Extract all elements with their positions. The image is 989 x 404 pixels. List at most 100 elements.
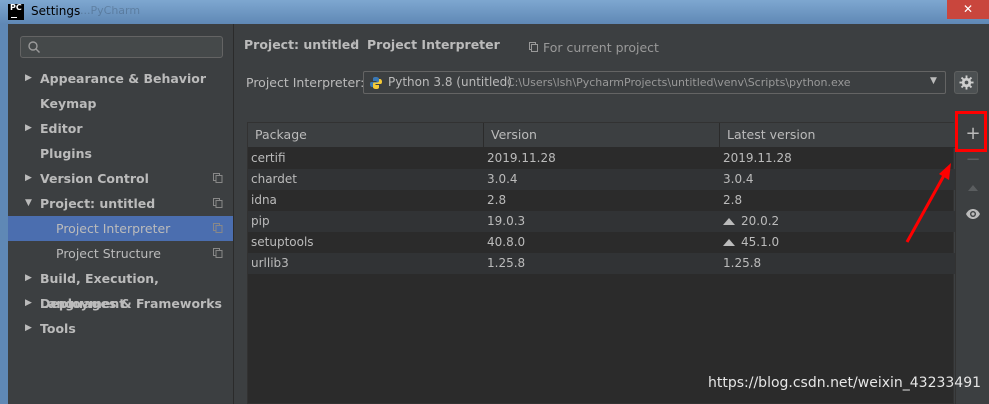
sidebar-item-label: Editor (40, 121, 83, 136)
chevron-right-icon[interactable]: ▶ (25, 66, 32, 91)
package-latest-version: 3.0.4 (723, 172, 754, 186)
python-icon (370, 77, 382, 89)
package-latest-version: 45.1.0 (741, 235, 780, 249)
package-name: setuptools (251, 235, 314, 249)
annotation-arrow-icon (905, 163, 951, 243)
package-name: urllib3 (251, 256, 289, 270)
package-name-cell: chardet (251, 169, 297, 190)
sidebar-item-label: Project: untitled (40, 196, 156, 211)
package-version-cell: 3.0.4 (487, 169, 518, 190)
window-titlebar: PC Settings ...PyCharm ✕ (0, 0, 989, 24)
table-row[interactable]: chardet 3.0.4 3.0.4 (248, 169, 955, 190)
table-row[interactable]: setuptools 40.8.0 45.1.0 (248, 232, 955, 253)
interpreter-settings-button[interactable] (954, 71, 978, 94)
chevron-right-icon[interactable]: ▶ (25, 266, 32, 291)
settings-search-input[interactable] (20, 36, 223, 58)
project-scope-icon (213, 248, 223, 258)
sidebar-item-label: Languages & Frameworks (40, 296, 222, 311)
pycharm-logo-icon: PC (8, 4, 24, 20)
chevron-down-icon[interactable]: ▼ (25, 191, 32, 216)
interpreter-select[interactable]: Python 3.8 (untitled) C:\Users\lsh\Pycha… (363, 71, 946, 94)
sidebar-item[interactable]: Project Interpreter (8, 216, 233, 241)
package-version: 2.8 (487, 193, 507, 207)
search-icon (28, 41, 40, 53)
sidebar-item[interactable]: ▶ Languages & Frameworks (8, 291, 233, 316)
breadcrumb-project[interactable]: Project: untitled (244, 37, 359, 52)
show-early-releases-button[interactable] (956, 202, 989, 226)
package-version-cell: 19.0.3 (487, 211, 525, 232)
package-name-cell: certifi (251, 148, 286, 169)
sidebar-item[interactable]: ▶ Version Control (8, 166, 233, 191)
package-version: 19.0.3 (487, 214, 526, 228)
interpreter-name: Python 3.8 (untitled) (388, 75, 512, 89)
project-scope-icon (213, 223, 223, 233)
sidebar-item[interactable]: Plugins (8, 141, 233, 166)
package-latest-cell: 1.25.8 (723, 253, 761, 274)
chevron-right-icon[interactable]: ▶ (25, 116, 32, 141)
settings-content: Project: untitled › Project Interpreter … (234, 24, 989, 404)
package-name-cell: pip (251, 211, 270, 232)
table-row[interactable]: pip 19.0.3 20.0.2 (248, 211, 955, 232)
package-name-cell: idna (251, 190, 277, 211)
interpreter-label: Project Interpreter: (246, 75, 365, 90)
chevron-right-icon[interactable]: ▶ (25, 316, 32, 341)
sidebar-item[interactable]: ▼ Project: untitled (8, 191, 233, 216)
packages-table: Package Version Latest version certifi 20… (247, 122, 955, 404)
sidebar-item[interactable]: ▶ Tools (8, 316, 233, 341)
package-latest-cell: 2.8 (723, 190, 742, 211)
sidebar-item[interactable]: ▶ Editor (8, 116, 233, 141)
sidebar-item[interactable]: Project Structure (8, 241, 233, 266)
package-version-cell: 2.8 (487, 190, 506, 211)
sidebar-item-label: Version Control (40, 171, 149, 186)
scope-label: For current project (543, 40, 659, 55)
package-latest-version: 2019.11.28 (723, 151, 792, 165)
table-row[interactable]: urllib3 1.25.8 1.25.8 (248, 253, 955, 274)
chevron-right-icon[interactable]: ▶ (25, 291, 32, 316)
package-latest-version: 1.25.8 (723, 256, 762, 270)
package-version-cell: 1.25.8 (487, 253, 525, 274)
package-version: 40.8.0 (487, 235, 526, 249)
upgrade-available-icon (723, 239, 735, 246)
project-scope-icon (213, 198, 223, 208)
app-icon-text: PC (10, 3, 22, 12)
sidebar-item[interactable]: Keymap (8, 91, 233, 116)
sidebar-item[interactable]: ▶ Build, Execution, Deployment (8, 266, 233, 311)
background-window-title: ...PyCharm (80, 4, 141, 17)
package-version: 1.25.8 (487, 256, 526, 270)
table-row[interactable]: idna 2.8 2.8 (248, 190, 955, 211)
sidebar-item-label: Appearance & Behavior (40, 71, 206, 86)
sidebar-item[interactable]: ▶ Appearance & Behavior (8, 66, 233, 91)
chevron-down-icon: ▼ (930, 76, 937, 86)
close-window-button[interactable]: ✕ (947, 0, 989, 19)
package-version-cell: 40.8.0 (487, 232, 525, 253)
table-row[interactable]: certifi 2019.11.28 2019.11.28 (248, 148, 955, 169)
package-latest-cell: 3.0.4 (723, 169, 754, 190)
column-header-version[interactable]: Version (484, 123, 720, 147)
upgrade-package-button[interactable] (956, 176, 989, 200)
settings-tree: ▶ Appearance & Behavior Keymap ▶ Editor Plugi… (8, 66, 233, 341)
project-scope-icon (213, 173, 223, 183)
table-body: certifi 2019.11.28 2019.11.28 chardet 3.0.4 3… (248, 148, 955, 274)
page-title: Project Interpreter (367, 37, 500, 52)
package-name: idna (251, 193, 277, 207)
package-name-cell: setuptools (251, 232, 314, 253)
package-name: certifi (251, 151, 286, 165)
settings-sidebar: ▶ Appearance & Behavior Keymap ▶ Editor Plugi… (8, 24, 234, 404)
scope-copy-icon (529, 42, 538, 52)
package-version-cell: 2019.11.28 (487, 148, 556, 169)
package-name-cell: urllib3 (251, 253, 289, 274)
sidebar-item-label: Plugins (40, 146, 92, 161)
gear-icon (959, 75, 974, 90)
chevron-right-icon[interactable]: ▶ (25, 166, 32, 191)
sidebar-item-label: Project Structure (56, 246, 161, 261)
window-title: Settings (31, 4, 81, 18)
package-name: chardet (251, 172, 297, 186)
interpreter-path: C:\Users\lsh\PycharmProjects\untitled\ve… (507, 76, 851, 89)
column-header-latest-version[interactable]: Latest version (720, 123, 955, 147)
upgrade-available-icon (723, 218, 735, 225)
package-version: 3.0.4 (487, 172, 518, 186)
column-header-package[interactable]: Package (248, 123, 484, 147)
package-latest-cell: 45.1.0 (723, 232, 779, 253)
package-latest-cell: 2019.11.28 (723, 148, 792, 169)
packages-toolbar: + − (955, 122, 989, 404)
